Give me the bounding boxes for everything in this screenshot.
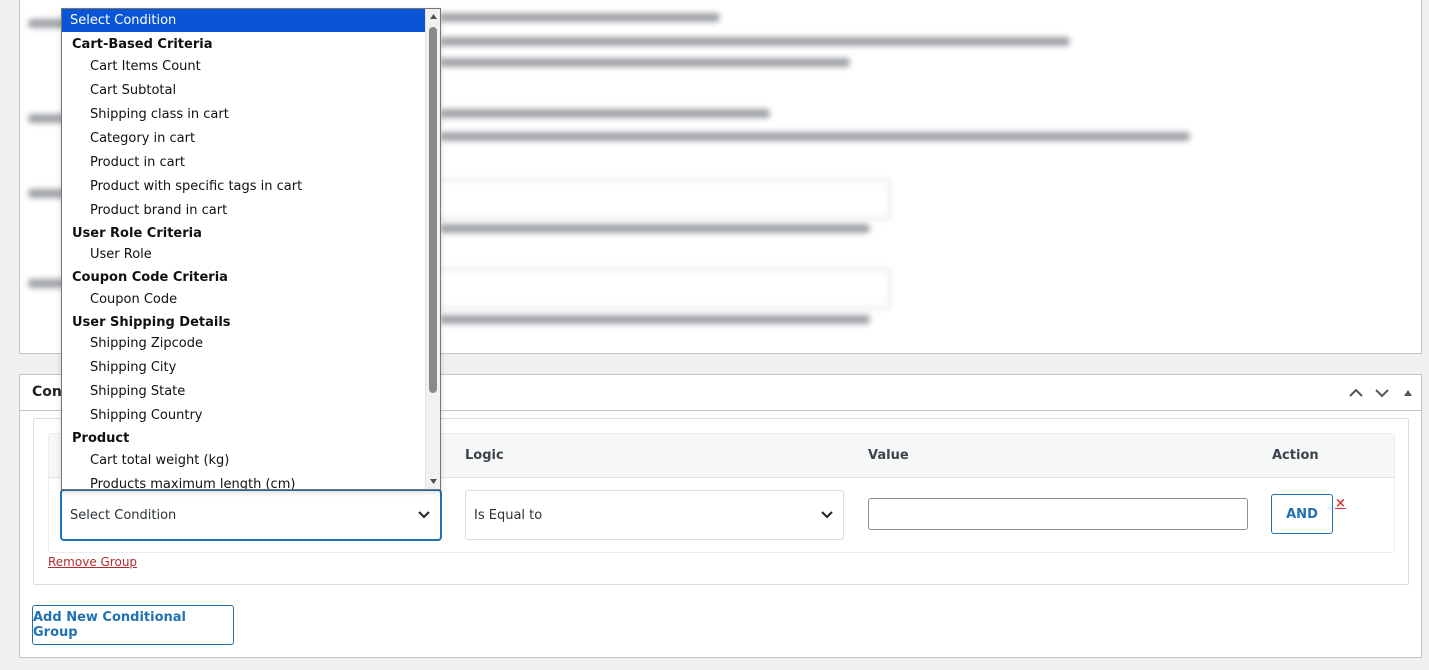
logic-select[interactable]: Is Equal to — [465, 490, 844, 540]
and-button[interactable]: AND — [1271, 494, 1333, 534]
option-group-label: Product — [72, 431, 130, 446]
column-action: Action — [1272, 448, 1319, 463]
condition-option[interactable]: Products maximum length (cm) — [62, 473, 426, 489]
condition-option[interactable]: Category in cart — [62, 127, 426, 150]
condition-option[interactable]: Product brand in cart — [62, 199, 426, 222]
condition-select[interactable]: Select Condition — [61, 490, 441, 540]
condition-option[interactable]: Cart Subtotal — [62, 79, 426, 102]
condition-option[interactable]: Shipping City — [62, 356, 426, 379]
scrollbar-thumb[interactable] — [429, 27, 437, 393]
condition-option[interactable]: Shipping Zipcode — [62, 332, 426, 355]
chevron-down-icon — [821, 511, 833, 519]
value-input[interactable] — [868, 498, 1248, 530]
condition-select-value: Select Condition — [70, 507, 177, 523]
condition-dropdown-list[interactable]: Select Condition Cart-Based Criteria Cart … — [61, 8, 441, 490]
condition-option[interactable]: Product with specific tags in cart — [62, 175, 426, 198]
condition-option[interactable]: Coupon Code — [62, 288, 426, 311]
move-up-icon[interactable] — [1346, 382, 1366, 404]
option-group-label: Coupon Code Criteria — [72, 270, 228, 285]
chevron-down-icon — [418, 511, 430, 519]
move-down-icon[interactable] — [1372, 382, 1392, 404]
option-group-label: User Role Criteria — [72, 226, 202, 241]
add-conditional-group-button[interactable]: Add New Conditional Group — [32, 605, 234, 645]
condition-option[interactable]: Select Condition — [62, 9, 426, 32]
collapse-toggle-icon[interactable] — [1398, 382, 1418, 404]
column-logic: Logic — [465, 448, 504, 463]
condition-option[interactable]: Shipping State — [62, 380, 426, 403]
option-group-label: Cart-Based Criteria — [72, 37, 213, 52]
condition-option[interactable]: Shipping Country — [62, 404, 426, 427]
remove-group-link[interactable]: Remove Group — [48, 555, 137, 569]
delete-condition-icon[interactable]: × — [1335, 497, 1346, 510]
option-group-label: User Shipping Details — [72, 315, 231, 330]
scroll-down-arrow-icon[interactable] — [429, 477, 438, 486]
column-value: Value — [868, 448, 909, 463]
logic-select-value: Is Equal to — [474, 507, 543, 523]
condition-option[interactable]: Cart Items Count — [62, 55, 426, 78]
dropdown-scrollbar[interactable] — [425, 9, 440, 489]
condition-option[interactable]: User Role — [62, 243, 426, 266]
condition-option[interactable]: Product in cart — [62, 151, 426, 174]
condition-option[interactable]: Cart total weight (kg) — [62, 449, 426, 472]
condition-option[interactable]: Shipping class in cart — [62, 103, 426, 126]
scroll-up-arrow-icon[interactable] — [429, 12, 438, 21]
